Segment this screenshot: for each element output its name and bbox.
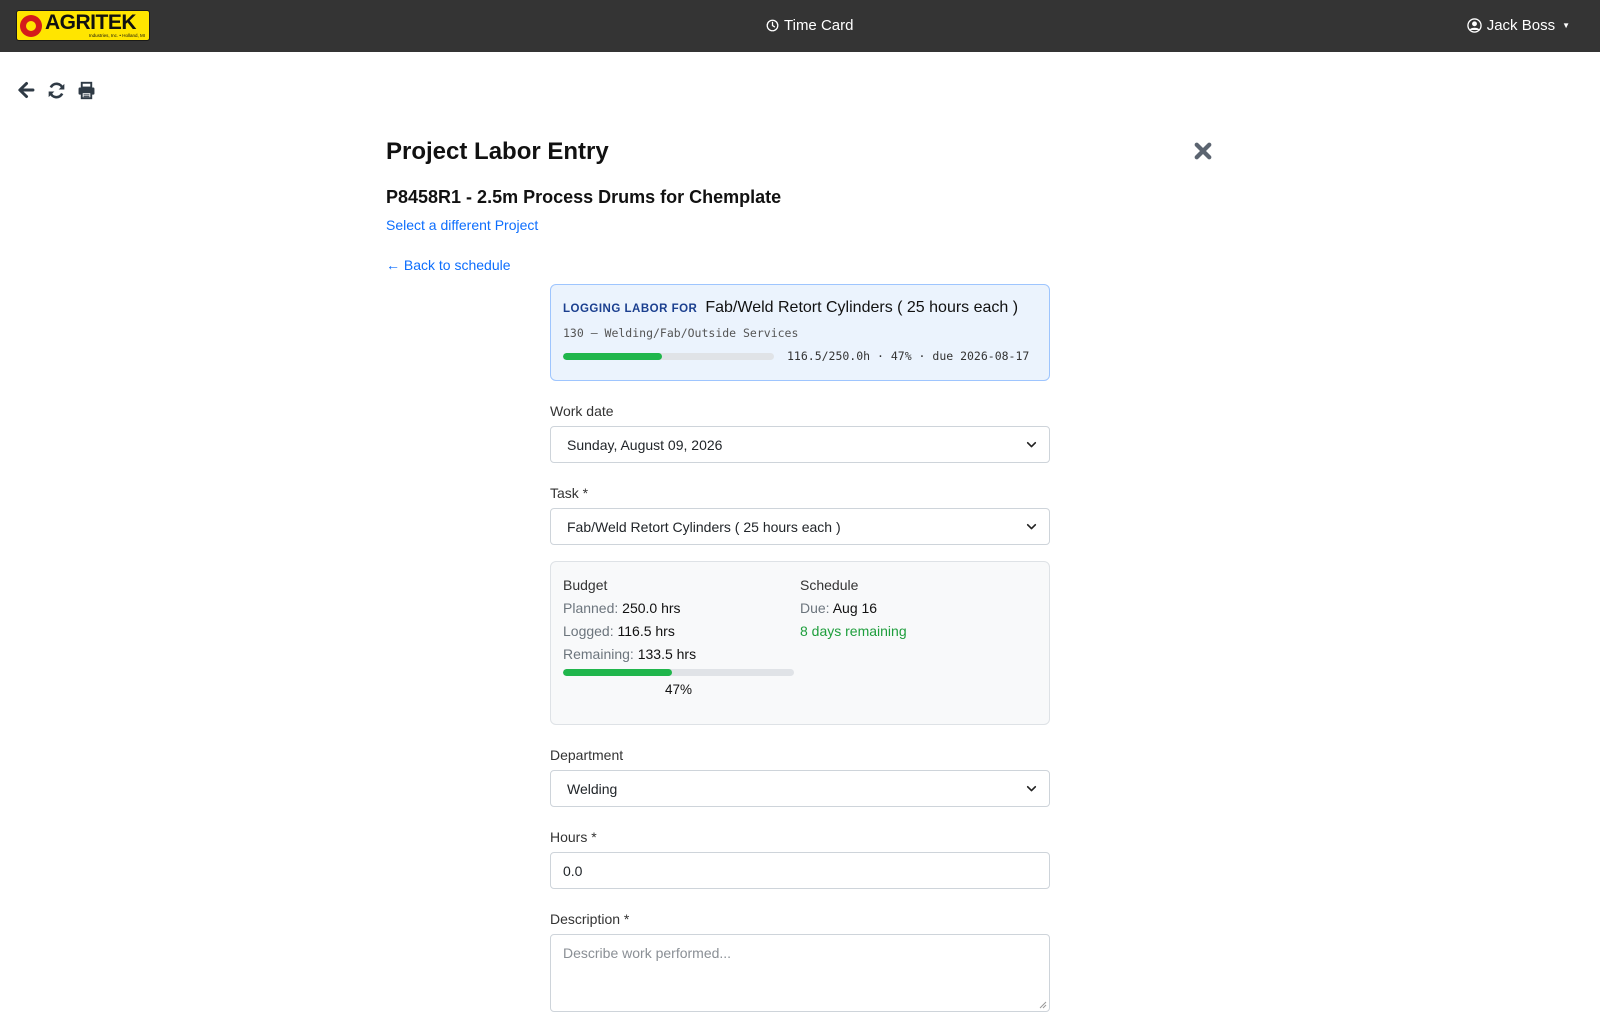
hours-value: 0.0 (563, 862, 583, 879)
budget-column: Budget Planned: 250.0 hrs Logged: 116.5 … (563, 577, 800, 724)
remaining-label: Remaining: (563, 646, 634, 662)
description-placeholder: Describe work performed... (563, 945, 732, 961)
department-select[interactable]: Welding (550, 770, 1050, 807)
remaining-value: 133.5 hrs (637, 646, 697, 662)
logo-emblem (20, 14, 42, 37)
schedule-column: Schedule Due: Aug 16 8 days remaining (800, 577, 1037, 724)
nav-title-label: Time Card (784, 17, 854, 34)
work-date-value: Sunday, August 09, 2026 (567, 436, 723, 453)
chevron-down-icon (1026, 441, 1037, 448)
nav-time-card[interactable]: Time Card (766, 17, 853, 34)
print-icon[interactable] (76, 80, 96, 100)
days-remaining: 8 days remaining (800, 623, 907, 639)
budget-progress-fill (563, 669, 672, 676)
navbar: AGRITEK Industries, Inc. • Holland, MI T… (0, 0, 1600, 52)
clock-icon (766, 19, 779, 32)
logging-category: 130 – Welding/Fab/Outside Services (563, 326, 799, 340)
chevron-down-icon: ▼ (1562, 21, 1570, 30)
logging-labor-card: LOGGING LABOR FOR Fab/Weld Retort Cylind… (550, 284, 1050, 381)
budget-heading: Budget (563, 577, 608, 593)
back-arrow-icon[interactable] (16, 80, 36, 100)
task-label: Task * (550, 485, 589, 501)
schedule-due: Due: Aug 16 (800, 600, 1037, 616)
due-label: Due: (800, 600, 830, 616)
project-title: P8458R1 - 2.5m Process Drums for Chempla… (386, 187, 782, 207)
planned-value: 250.0 hrs (622, 600, 681, 616)
page-title: Project Labor Entry (386, 138, 609, 165)
budget-percent: 47% (664, 682, 693, 697)
select-project-link[interactable]: Select a different Project (386, 217, 538, 233)
department-value: Welding (567, 780, 618, 797)
work-date-select[interactable]: Sunday, August 09, 2026 (550, 426, 1050, 463)
due-value: Aug 16 (832, 600, 878, 616)
logged-value: 116.5 hrs (617, 623, 675, 639)
work-date-label: Work date (550, 403, 614, 419)
department-label: Department (550, 747, 624, 763)
description-label: Description * (550, 911, 630, 927)
refresh-icon[interactable] (46, 80, 66, 100)
chevron-down-icon (1026, 523, 1037, 530)
schedule-heading: Schedule (800, 577, 859, 593)
logging-progress-bar (563, 352, 774, 360)
task-value: Fab/Weld Retort Cylinders ( 25 hours eac… (567, 518, 841, 535)
agritek-logo[interactable]: AGRITEK Industries, Inc. • Holland, MI (16, 10, 150, 41)
resize-handle-icon[interactable] (1039, 1001, 1047, 1009)
chevron-down-icon (1026, 785, 1037, 792)
planned-label: Planned: (563, 600, 619, 616)
budget-remaining: Remaining: 133.5 hrs (563, 646, 800, 662)
description-textarea[interactable]: Describe work performed... (550, 934, 1050, 1012)
close-icon[interactable] (1193, 141, 1213, 161)
user-menu[interactable]: Jack Boss ▼ (1467, 17, 1570, 34)
budget-logged: Logged: 116.5 hrs (563, 623, 800, 639)
logging-label: LOGGING LABOR FOR (563, 303, 698, 315)
budget-schedule-card: Budget Planned: 250.0 hrs Logged: 116.5 … (550, 561, 1050, 725)
logo-subtext: Industries, Inc. • Holland, MI (88, 33, 145, 38)
labor-entry-form: LOGGING LABOR FOR Fab/Weld Retort Cylind… (550, 284, 1050, 1012)
task-select[interactable]: Fab/Weld Retort Cylinders ( 25 hours eac… (550, 508, 1050, 545)
back-to-schedule-link[interactable]: ← Back to schedule (386, 257, 511, 273)
hours-label: Hours * (550, 829, 597, 845)
logo-text: AGRITEK (45, 11, 137, 34)
user-circle-icon (1467, 18, 1482, 33)
budget-planned: Planned: 250.0 hrs (563, 600, 800, 616)
hours-input[interactable]: 0.0 (550, 852, 1050, 889)
logging-task: Fab/Weld Retort Cylinders ( 25 hours eac… (705, 299, 1019, 316)
budget-progress-bar (563, 669, 794, 676)
logging-progress-fill (563, 352, 663, 360)
logging-stats: 116.5/250.0h · 47% · due 2026-08-17 (787, 349, 1030, 363)
logged-label: Logged: (563, 623, 614, 639)
user-name: Jack Boss (1486, 17, 1556, 34)
page-toolbar (16, 80, 96, 100)
